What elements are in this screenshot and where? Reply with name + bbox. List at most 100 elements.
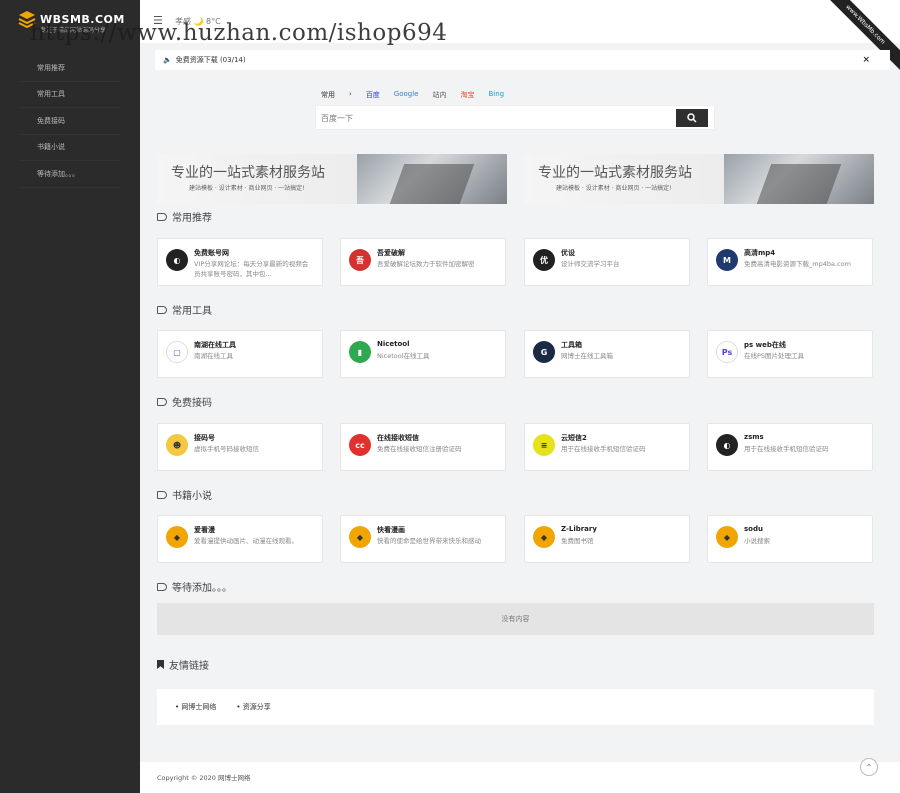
tool-icon: ▢ xyxy=(166,341,188,363)
52pojie-icon: 吾 xyxy=(349,249,371,271)
card-description: 小说搜索 xyxy=(744,537,770,545)
card-title: Nicetool xyxy=(377,340,410,348)
banner-2[interactable]: 专业的一站式素材服务站 建站模板 · 设计素材 · 商业网页 · 一站搞定! xyxy=(524,154,874,204)
card-description: 爱看漫提供动画片、动漫在线观看。 xyxy=(194,537,298,545)
section-title-text: 等待添加。。。 xyxy=(172,583,232,594)
sidebar-item-sms[interactable]: 免费接码 xyxy=(20,108,120,135)
link-card[interactable]: cc 在线接收短信 免费在线接收短信注册验证码 xyxy=(340,423,506,471)
copyright: Copyright © 2020 网博士网络 xyxy=(157,774,251,782)
banner-title: 专业的一站式素材服务站 xyxy=(171,165,325,181)
section-title-text: 书籍小说 xyxy=(172,491,212,502)
search-tab-google[interactable]: Google xyxy=(394,90,419,100)
notice-text[interactable]: 免费资源下载 (03/14) xyxy=(176,55,246,65)
search-tab-baidu[interactable]: 百度 xyxy=(366,90,380,100)
menu-icon[interactable]: ☰ xyxy=(153,14,163,27)
search-tabs: 常用 › 百度 Google 站内 淘宝 Bing xyxy=(321,90,518,100)
nicetool-icon: ▮ xyxy=(349,341,371,363)
bookmark-icon xyxy=(157,660,164,669)
tag-icon xyxy=(157,397,167,406)
search-tab-site[interactable]: 站内 xyxy=(433,90,447,100)
layers-icon: ◆ xyxy=(349,526,371,548)
link-card[interactable]: ☻ 接码号 虚拟手机号码接收短信 xyxy=(157,423,323,471)
sidebar-item-tools[interactable]: 常用工具 xyxy=(20,82,120,108)
logo-subtitle: 专注于精品网站源码分享 xyxy=(40,27,107,34)
card-title: Z-Library xyxy=(561,525,597,533)
search-input[interactable] xyxy=(321,109,671,127)
section-title-recommend: 常用推荐 xyxy=(157,209,212,224)
card-description: 吾爱破解论坛致力于软件加密解密 xyxy=(377,260,475,268)
banner-subtitle: 建站模板 · 设计素材 · 商业网页 · 一站搞定! xyxy=(556,185,672,192)
search-box xyxy=(315,105,715,130)
search-icon xyxy=(687,113,697,123)
link-card[interactable]: ◆ 快看漫画快看的使命是给世界带来快乐和感动 xyxy=(340,515,506,563)
link-card[interactable]: ▢ 南湖在线工具 南湖在线工具 xyxy=(157,330,323,378)
section-title-tools: 常用工具 xyxy=(157,302,212,317)
card-title: 云短信2 xyxy=(561,434,587,442)
tag-icon xyxy=(157,582,167,591)
chevron-right-icon: › xyxy=(349,90,352,98)
card-description: 快看的使命是给世界带来快乐和感动 xyxy=(377,537,481,545)
sidebar-item-books[interactable]: 书籍小说 xyxy=(20,135,120,161)
card-title: 快看漫画 xyxy=(377,526,405,534)
link-card[interactable]: Ps ps web在线 在线PS图片处理工具 xyxy=(707,330,873,378)
footer: Copyright © 2020 网博士网络 xyxy=(140,762,900,793)
card-description: 用于在线接收手机短信验证码 xyxy=(561,445,646,453)
tag-icon xyxy=(157,490,167,499)
logo-text: WBSMB.COM xyxy=(40,12,125,26)
link-card[interactable]: 优优设 设计师交流学习平台 xyxy=(524,238,690,286)
friend-link[interactable]: • 资源分享 xyxy=(236,702,280,712)
card-description: 免费图书馆 xyxy=(561,537,594,545)
logo-layers-icon xyxy=(18,10,36,29)
section-title-books: 书籍小说 xyxy=(157,487,212,502)
friend-links-title-text: 友情链接 xyxy=(169,661,209,672)
cc-icon: cc xyxy=(349,434,371,456)
close-icon[interactable]: × xyxy=(862,55,870,65)
search-button[interactable] xyxy=(676,109,708,127)
g-icon: G xyxy=(533,341,555,363)
link-card[interactable]: ◆ sodu 小说搜索 xyxy=(707,515,873,563)
search-tab-common[interactable]: 常用 xyxy=(321,90,335,100)
m-icon: M xyxy=(716,249,738,271)
banner-1[interactable]: 专业的一站式素材服务站 建站模板 · 设计素材 · 商业网页 · 一站搞定! xyxy=(157,154,507,204)
link-card[interactable]: G 工具箱 网博士在线工具箱 xyxy=(524,330,690,378)
chat-icon: ≡ xyxy=(533,434,555,456)
link-card[interactable]: ◐ zsms 用于在线接收手机短信验证码 xyxy=(707,423,873,471)
sidebar-nav: 常用推荐 常用工具 免费接码 书籍小说 等待添加。。。 xyxy=(20,55,120,188)
card-title: 高清mp4 xyxy=(744,249,776,257)
card-title: 南湖在线工具 xyxy=(194,341,236,349)
link-card[interactable]: ≡ 云短信2 用于在线接收手机短信验证码 xyxy=(524,423,690,471)
search-tab-bing[interactable]: Bing xyxy=(489,90,505,100)
card-title: ps web在线 xyxy=(744,341,786,349)
card-description: 网博士在线工具箱 xyxy=(561,352,613,360)
card-description: 免费在线接收短信注册验证码 xyxy=(377,445,462,453)
link-card[interactable]: 吾吾爱破解 吾爱破解论坛致力于软件加密解密 xyxy=(340,238,506,286)
ps-icon: Ps xyxy=(716,341,738,363)
arrow-up-icon[interactable]: ⌃ xyxy=(860,758,878,776)
weather-widget: 孝感 🌙 8°C xyxy=(175,17,221,26)
banner-title: 专业的一站式素材服务站 xyxy=(538,165,692,181)
laptop-image xyxy=(724,154,874,204)
friend-links: • 网博士网络 • 资源分享 xyxy=(157,689,874,725)
globe-icon: ◐ xyxy=(716,434,738,456)
friend-links-title: 友情链接 xyxy=(157,657,209,672)
link-card[interactable]: ◆ 爱看漫 爱看漫提供动画片、动漫在线观看。 xyxy=(157,515,323,563)
card-description: 设计师交流学习平台 xyxy=(561,260,620,268)
card-description: 用于在线接收手机短信验证码 xyxy=(744,445,829,453)
top-bar: ☰ 孝感 🌙 8°C xyxy=(140,0,900,43)
uisdc-icon: 优 xyxy=(533,249,555,271)
layers-icon: ◆ xyxy=(533,526,555,548)
banner-subtitle: 建站模板 · 设计素材 · 商业网页 · 一站搞定! xyxy=(189,185,305,192)
link-card[interactable]: ◐ 免费账号网 VIP分享网论坛：每天分享最新的视频会员共享账号密码，其中包... xyxy=(157,238,323,286)
card-description: 南湖在线工具 xyxy=(194,352,233,360)
link-card[interactable]: ◆ Z-Library 免费图书馆 xyxy=(524,515,690,563)
sidebar-item-recommend[interactable]: 常用推荐 xyxy=(20,55,120,82)
card-title: zsms xyxy=(744,433,764,441)
sidebar-item-pending[interactable]: 等待添加。。。 xyxy=(20,161,120,188)
link-card[interactable]: M 高清mp4 免费高清电影资源下载_mp4ba.com xyxy=(707,238,873,286)
mascot-icon: ☻ xyxy=(166,434,188,456)
link-card[interactable]: ▮ Nicetool Nicetool在线工具 xyxy=(340,330,506,378)
search-tab-taobao[interactable]: 淘宝 xyxy=(461,90,475,100)
friend-link[interactable]: • 网博士网络 xyxy=(175,702,226,712)
tag-icon xyxy=(157,212,167,221)
empty-placeholder: 没有内容 xyxy=(157,603,874,635)
